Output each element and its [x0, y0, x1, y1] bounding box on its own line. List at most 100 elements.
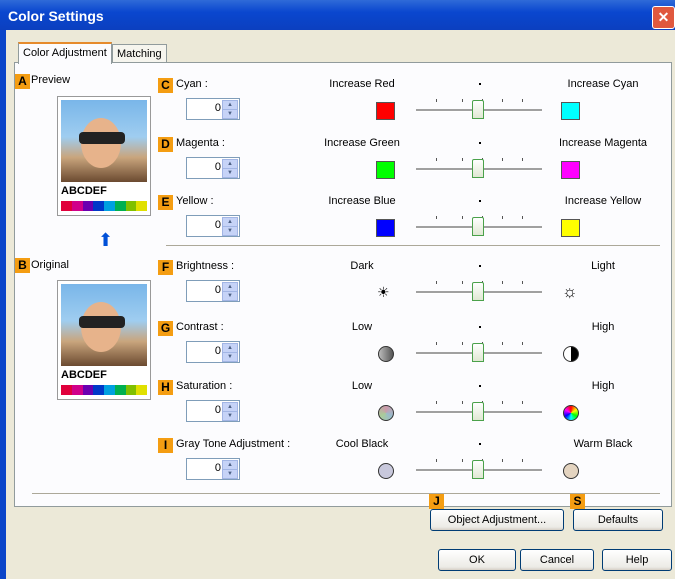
badge-i: I	[158, 438, 173, 453]
right-label: Increase Magenta	[558, 137, 648, 149]
row-label: Cyan :	[176, 78, 208, 90]
center-mark	[479, 83, 481, 85]
dark-sun-icon: ☀	[377, 284, 390, 300]
adjust-slider[interactable]	[416, 339, 542, 363]
left-label: Increase Green	[324, 137, 400, 149]
left-color-swatch	[376, 102, 395, 120]
badge-a: A	[15, 74, 30, 89]
window-border	[0, 30, 6, 579]
badge-d: D	[158, 137, 173, 152]
preview-label: Preview	[31, 74, 71, 86]
left-label: Low	[351, 380, 373, 392]
row-label: Contrast :	[176, 321, 224, 333]
row-label: Gray Tone Adjustment :	[176, 438, 291, 450]
tab-matching[interactable]: Matching	[112, 44, 167, 63]
ok-button[interactable]: OK	[438, 549, 516, 571]
value-spinner[interactable]: 0 ▲ ▼	[186, 400, 240, 422]
center-mark	[479, 200, 481, 202]
slider-thumb[interactable]	[472, 217, 484, 236]
spinner-value[interactable]: 0	[215, 462, 221, 474]
left-label: Cool Black	[335, 438, 389, 450]
separator	[32, 493, 660, 494]
right-color-swatch	[561, 102, 580, 120]
cool-black-icon	[378, 463, 394, 479]
value-spinner[interactable]: 0 ▲ ▼	[186, 157, 240, 179]
spin-down-icon[interactable]: ▼	[222, 109, 238, 119]
right-color-swatch	[561, 161, 580, 179]
spin-down-icon[interactable]: ▼	[222, 168, 238, 178]
right-label: Warm Black	[573, 438, 633, 450]
center-mark	[479, 265, 481, 267]
separator	[166, 245, 660, 246]
row-label: Magenta :	[176, 137, 225, 149]
center-mark	[479, 326, 481, 328]
light-sun-icon: ☼	[562, 282, 578, 301]
value-spinner[interactable]: 0 ▲ ▼	[186, 341, 240, 363]
high-saturation-icon	[563, 405, 579, 421]
spin-down-icon[interactable]: ▼	[222, 411, 238, 421]
low-contrast-icon	[378, 346, 394, 362]
value-spinner[interactable]: 0 ▲ ▼	[186, 98, 240, 120]
adjust-slider[interactable]	[416, 398, 542, 422]
spinner-value[interactable]: 0	[215, 284, 221, 296]
spinner-value[interactable]: 0	[215, 161, 221, 173]
right-label: Increase Cyan	[567, 78, 639, 90]
slider-thumb[interactable]	[472, 343, 484, 362]
value-spinner[interactable]: 0 ▲ ▼	[186, 458, 240, 480]
adjust-slider[interactable]	[416, 96, 542, 120]
spin-down-icon[interactable]: ▼	[222, 291, 238, 301]
slider-thumb[interactable]	[472, 100, 484, 119]
tab-color-adjustment[interactable]: Color Adjustment	[18, 42, 112, 64]
adjust-slider[interactable]	[416, 155, 542, 179]
spin-down-icon[interactable]: ▼	[222, 469, 238, 479]
value-spinner[interactable]: 0 ▲ ▼	[186, 280, 240, 302]
right-label: High	[591, 321, 615, 333]
value-spinner[interactable]: 0 ▲ ▼	[186, 215, 240, 237]
badge-b: B	[15, 258, 30, 273]
object-adjustment-button[interactable]: Object Adjustment...	[430, 509, 564, 531]
high-contrast-icon	[563, 346, 579, 362]
row-label: Saturation :	[176, 380, 233, 392]
help-button[interactable]: Help	[602, 549, 672, 571]
slider-thumb[interactable]	[472, 282, 484, 301]
spinner-value[interactable]: 0	[215, 102, 221, 114]
preview-image: ABCDEF	[57, 96, 151, 216]
original-image: ABCDEF	[57, 280, 151, 400]
badge-s: S	[570, 494, 585, 509]
left-color-swatch	[376, 219, 395, 237]
warm-black-icon	[563, 463, 579, 479]
original-label: Original	[31, 259, 69, 271]
badge-e: E	[158, 195, 173, 210]
badge-f: F	[158, 260, 173, 275]
slider-thumb[interactable]	[472, 159, 484, 178]
slider-thumb[interactable]	[472, 402, 484, 421]
center-mark	[479, 443, 481, 445]
badge-j: J	[429, 494, 444, 509]
left-color-swatch	[376, 161, 395, 179]
center-mark	[479, 385, 481, 387]
badge-g: G	[158, 321, 173, 336]
center-mark	[479, 142, 481, 144]
right-label: High	[591, 380, 615, 392]
spinner-value[interactable]: 0	[215, 219, 221, 231]
right-label: Light	[591, 260, 615, 272]
defaults-button[interactable]: Defaults	[573, 509, 663, 531]
cancel-button[interactable]: Cancel	[520, 549, 594, 571]
low-saturation-icon	[378, 405, 394, 421]
adjust-slider[interactable]	[416, 278, 542, 302]
left-label: Low	[351, 321, 373, 333]
title-bar: Color Settings ✕	[0, 0, 675, 30]
badge-h: H	[158, 380, 173, 395]
spinner-value[interactable]: 0	[215, 404, 221, 416]
close-icon[interactable]: ✕	[652, 6, 675, 29]
original-caption: ABCDEF	[61, 369, 107, 381]
spinner-value[interactable]: 0	[215, 345, 221, 357]
spin-down-icon[interactable]: ▼	[222, 226, 238, 236]
adjust-slider[interactable]	[416, 213, 542, 237]
row-label: Brightness :	[176, 260, 235, 272]
slider-thumb[interactable]	[472, 460, 484, 479]
adjust-slider[interactable]	[416, 456, 542, 480]
spin-down-icon[interactable]: ▼	[222, 352, 238, 362]
left-label: Increase Red	[329, 78, 395, 90]
badge-c: C	[158, 78, 173, 93]
